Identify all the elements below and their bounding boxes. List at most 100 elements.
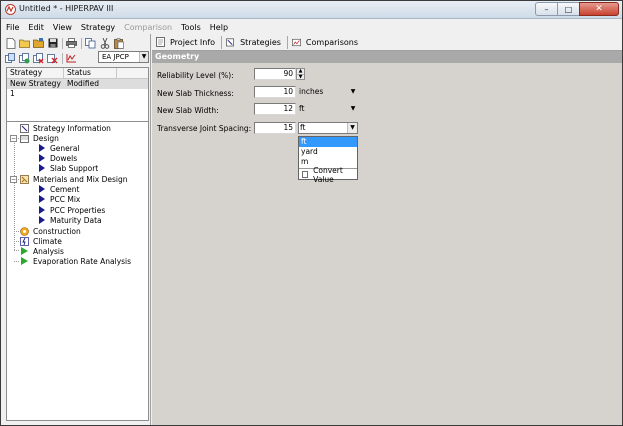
geometry-panel: Geometry Reliability Level (%): 90 ▲ ▼ N…	[152, 50, 622, 425]
copy-icon[interactable]	[85, 37, 96, 49]
new-file-icon[interactable]	[5, 37, 16, 49]
climate-icon	[20, 236, 29, 246]
strategy-type-select[interactable]: EA JPCP ▼	[98, 51, 149, 63]
convert-value-checkbox[interactable]	[302, 171, 309, 178]
tree-item-cement[interactable]: Cement	[37, 184, 79, 194]
tree-item-general[interactable]: General	[37, 143, 80, 153]
menu-file[interactable]: File	[1, 23, 23, 32]
dropdown-option-yard[interactable]: yard	[299, 147, 357, 157]
tree-item-label: Maturity Data	[50, 215, 102, 225]
joint-spacing-unit-value: ft	[300, 123, 306, 132]
strategy-copy-icon[interactable]	[19, 52, 30, 64]
collapse-icon[interactable]: −	[10, 176, 17, 183]
tree-item-evaporation[interactable]: Evaporation Rate Analysis	[20, 256, 131, 266]
strategy-type-value: EA JPCP	[102, 53, 129, 61]
width-unit-select[interactable]: ft ▼	[298, 103, 358, 115]
save-icon[interactable]	[47, 38, 58, 49]
tree-item-construction[interactable]: Construction	[20, 226, 81, 236]
tree-item-analysis[interactable]: Analysis	[20, 246, 64, 256]
strategy-list-header: Strategy Status	[7, 68, 148, 79]
thickness-label: New Slab Thickness:	[157, 89, 234, 98]
table-row[interactable]: New Strategy 1 Modified	[7, 79, 148, 98]
width-label: New Slab Width:	[157, 106, 219, 115]
chevron-down-icon[interactable]: ▼	[348, 103, 358, 115]
spin-down-icon[interactable]: ▼	[297, 74, 304, 80]
print-icon[interactable]	[66, 38, 77, 49]
strategy-tree: Strategy Information − Design General Do…	[6, 121, 149, 421]
tree-item-pcc-properties[interactable]: PCC Properties	[37, 205, 105, 215]
unit-dropdown-list: ft yard m Convert Value	[298, 136, 358, 184]
tree-item-label: Evaporation Rate Analysis	[33, 256, 132, 266]
paste-icon[interactable]	[113, 37, 124, 49]
tree-item-label: Slab Support	[50, 163, 99, 173]
reliability-input[interactable]: 90	[254, 68, 296, 80]
document-icon	[156, 37, 165, 47]
open-folder-icon[interactable]	[19, 38, 30, 49]
play-icon	[20, 257, 29, 266]
close-button[interactable]: ✕	[579, 2, 619, 16]
tab-comparisons[interactable]: Comparisons	[288, 35, 364, 49]
strategy-cancel-icon[interactable]	[47, 53, 58, 64]
strategy-delete-icon[interactable]	[33, 52, 44, 64]
collapse-icon[interactable]: −	[10, 135, 17, 142]
thickness-unit-select[interactable]: inches ▼	[298, 86, 358, 98]
thickness-unit-value: inches	[299, 87, 324, 96]
title-bar[interactable]: Untitled * - HIPERPAV III – □ ✕	[1, 1, 622, 19]
tree-item-label: Design	[33, 133, 59, 143]
tree-item-climate[interactable]: Climate	[20, 236, 62, 246]
app-window: Untitled * - HIPERPAV III – □ ✕ File Edi…	[0, 0, 623, 426]
menu-tools[interactable]: Tools	[176, 23, 205, 32]
joint-spacing-label: Transverse Joint Spacing:	[157, 124, 252, 133]
strategy-status-cell: Modified	[67, 79, 100, 88]
joint-spacing-unit-select[interactable]: ft ▼	[298, 122, 358, 134]
tab-label: Strategies	[240, 37, 281, 47]
column-header-status[interactable]: Status	[64, 68, 117, 78]
tree-connector	[14, 250, 19, 251]
arrow-right-icon	[37, 206, 46, 215]
play-icon	[20, 247, 29, 256]
chevron-down-icon[interactable]: ▼	[347, 123, 357, 133]
tree-item-dowels[interactable]: Dowels	[37, 153, 77, 163]
open-project-icon[interactable]	[33, 38, 44, 49]
joint-spacing-input[interactable]: 15	[254, 122, 296, 134]
close-icon: ✕	[595, 4, 603, 14]
strategy-toolbar	[5, 51, 80, 65]
strategy-run-icon[interactable]	[66, 53, 77, 64]
chart-icon	[292, 38, 301, 47]
maximize-button[interactable]: □	[557, 2, 579, 16]
menu-strategy[interactable]: Strategy	[76, 23, 119, 32]
tree-item-label: Strategy Information	[33, 123, 111, 133]
section-header: Geometry	[152, 51, 622, 63]
minimize-button[interactable]: –	[535, 2, 557, 16]
column-header-strategy[interactable]: Strategy	[7, 68, 64, 78]
tree-item-pcc-mix[interactable]: PCC Mix	[37, 194, 80, 204]
dropdown-option-ft[interactable]: ft	[299, 137, 357, 147]
convert-value-option[interactable]: Convert Value	[299, 166, 357, 184]
tree-item-strategy-information[interactable]: Strategy Information	[20, 123, 111, 133]
chevron-down-icon[interactable]: ▼	[348, 86, 358, 98]
menu-help[interactable]: Help	[205, 23, 232, 32]
width-input[interactable]: 12	[254, 103, 296, 115]
tab-strategies[interactable]: Strategies	[222, 35, 287, 49]
menu-view[interactable]: View	[48, 23, 76, 32]
tree-item-label: Cement	[50, 184, 80, 194]
cut-icon[interactable]	[99, 37, 110, 49]
tree-item-label: Analysis	[33, 246, 64, 256]
strategy-new-icon[interactable]	[5, 52, 16, 64]
tree-item-materials[interactable]: Materials and Mix Design	[20, 174, 128, 184]
tree-item-design[interactable]: Design	[20, 133, 59, 143]
menu-edit[interactable]: Edit	[23, 23, 48, 32]
tree-item-label: General	[50, 143, 80, 153]
design-icon	[20, 134, 29, 143]
chevron-down-icon[interactable]: ▼	[139, 52, 148, 62]
left-panel: EA JPCP ▼ Strategy Status New Strategy 1…	[1, 34, 151, 425]
arrow-right-icon	[37, 144, 46, 153]
strategy-name-cell: New Strategy 1	[10, 79, 61, 98]
reliability-stepper[interactable]: ▲ ▼	[296, 68, 305, 80]
tree-item-slab-support[interactable]: Slab Support	[37, 163, 98, 173]
toolbar-separator	[62, 37, 63, 49]
tab-project-info[interactable]: Project Info	[152, 35, 221, 49]
tree-item-maturity-data[interactable]: Maturity Data	[37, 215, 102, 225]
tree-connector	[14, 261, 19, 262]
thickness-input[interactable]: 10	[254, 86, 296, 98]
